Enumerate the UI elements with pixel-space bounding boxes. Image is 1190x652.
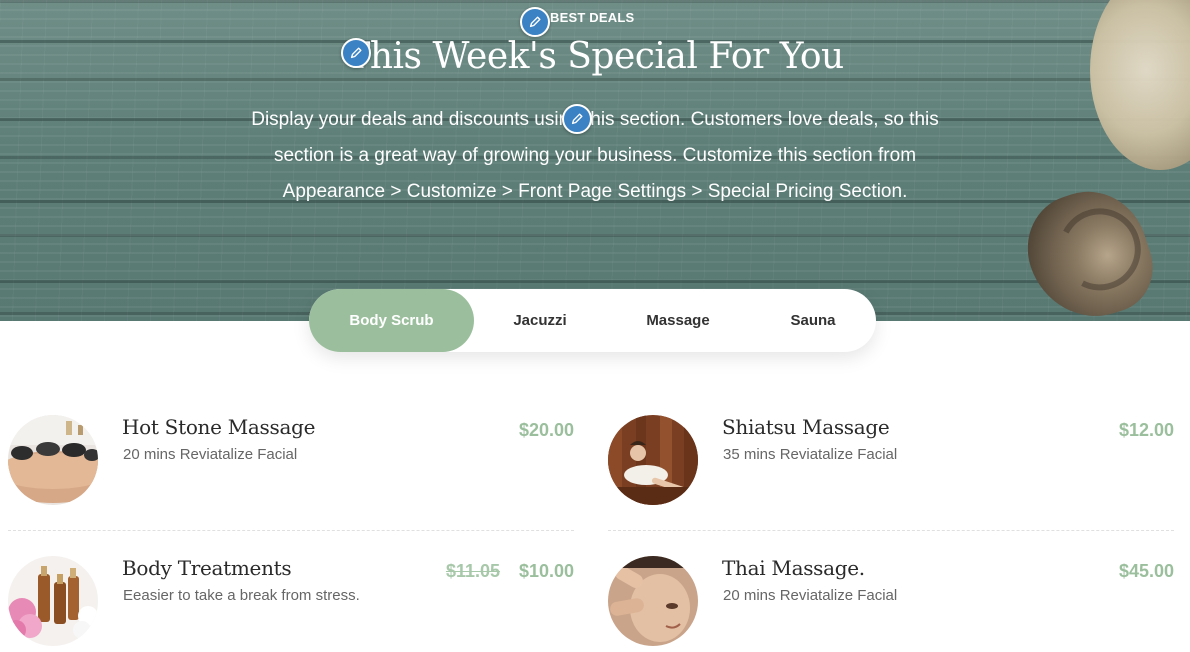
item-thumbnail bbox=[608, 415, 698, 505]
pricing-item: Thai Massage. 20 mins Reviatalize Facial… bbox=[608, 556, 1174, 652]
pricing-item: Hot Stone Massage 20 mins Reviatalize Fa… bbox=[8, 415, 574, 535]
shell-decoration bbox=[1090, 0, 1190, 170]
item-old-price: $11.05 bbox=[445, 561, 500, 581]
item-subtitle: 20 mins Reviatalize Facial bbox=[723, 587, 898, 604]
item-name: Shiatsu Massage bbox=[722, 415, 890, 439]
tab-massage[interactable]: Massage bbox=[606, 289, 750, 352]
pricing-item: Body Treatments Eeasier to take a break … bbox=[8, 556, 574, 652]
edit-pencil-icon[interactable] bbox=[341, 38, 371, 68]
pricing-item: Shiatsu Massage 35 mins Reviatalize Faci… bbox=[608, 415, 1174, 535]
section-eyebrow: BEST DEALS bbox=[550, 10, 635, 25]
hero-section: BEST DEALS This Week's Special For You D… bbox=[0, 0, 1190, 321]
item-divider bbox=[608, 530, 1174, 531]
pencil-icon bbox=[529, 16, 541, 28]
section-description: Display your deals and discounts using t… bbox=[251, 109, 939, 202]
item-price: $20.00 bbox=[518, 420, 574, 440]
wood-plank-line bbox=[0, 280, 1190, 283]
pencil-icon bbox=[350, 47, 362, 59]
category-tabs: Body Scrub Jacuzzi Massage Sauna bbox=[309, 289, 876, 352]
item-name: Hot Stone Massage bbox=[122, 415, 316, 439]
item-divider bbox=[8, 530, 574, 531]
edit-pencil-icon[interactable] bbox=[562, 104, 592, 134]
item-thumbnail bbox=[8, 415, 98, 505]
section-title: This Week's Special For You bbox=[346, 36, 844, 77]
item-subtitle: Eeasier to take a break from stress. bbox=[123, 587, 360, 604]
tab-jacuzzi[interactable]: Jacuzzi bbox=[474, 289, 606, 352]
edit-pencil-icon[interactable] bbox=[520, 7, 550, 37]
item-subtitle: 20 mins Reviatalize Facial bbox=[123, 446, 298, 463]
item-price: $10.00 bbox=[518, 561, 574, 581]
item-name: Body Treatments bbox=[122, 556, 292, 580]
tab-body-scrub[interactable]: Body Scrub bbox=[309, 289, 474, 352]
item-price: $45.00 bbox=[1118, 561, 1174, 581]
item-thumbnail bbox=[8, 556, 98, 646]
item-subtitle: 35 mins Reviatalize Facial bbox=[723, 446, 898, 463]
item-thumbnail bbox=[608, 556, 698, 646]
pencil-icon bbox=[571, 113, 583, 125]
seashell-decoration bbox=[1013, 176, 1165, 321]
item-price: $12.00 bbox=[1118, 420, 1174, 440]
tab-sauna[interactable]: Sauna bbox=[750, 289, 876, 352]
item-name: Thai Massage. bbox=[722, 556, 865, 580]
